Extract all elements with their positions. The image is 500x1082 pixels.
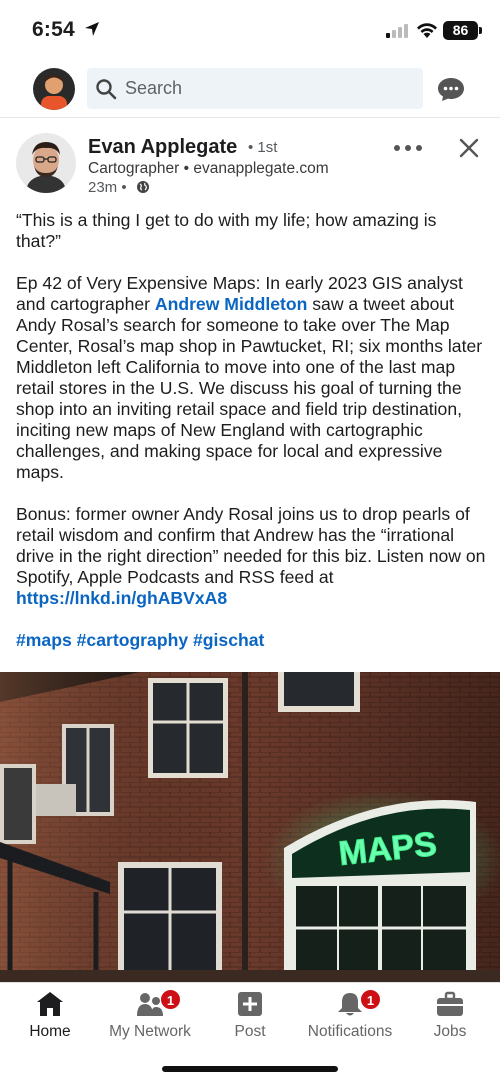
globe-icon (137, 181, 149, 193)
network-badge: 1 (160, 989, 181, 1010)
tab-post[interactable]: Post (200, 987, 300, 1047)
post-text: “This is a thing I get to do with my lif… (16, 210, 486, 672)
tab-jobs[interactable]: Jobs (400, 987, 500, 1047)
author-name[interactable]: Evan Applegate (88, 136, 237, 159)
search-bar[interactable] (87, 68, 423, 109)
tab-post-label: Post (234, 1023, 266, 1040)
search-icon (96, 79, 117, 100)
post-paragraph-episode: Ep 42 of Very Expensive Maps: In early 2… (16, 273, 486, 483)
close-icon[interactable] (459, 138, 479, 158)
post-icon (238, 992, 262, 1016)
cellular-signal-icon (386, 24, 408, 38)
connection-degree: • 1st (248, 139, 278, 156)
messaging-icon[interactable] (437, 76, 465, 102)
location-arrow-icon (85, 22, 99, 36)
bonus-text: Bonus: former owner Andy Rosal joins us … (16, 504, 486, 587)
home-icon (37, 992, 63, 1016)
post-timestamp: 23m • (88, 179, 127, 196)
battery-indicator: 86 (443, 21, 478, 40)
search-input[interactable] (125, 68, 415, 109)
tab-my-network[interactable]: 1 My Network (100, 987, 200, 1047)
post-image[interactable]: MAPS (0, 672, 500, 982)
more-options-icon[interactable] (393, 144, 423, 152)
post-header: Evan Applegate • 1st Cartographer • evan… (0, 118, 500, 200)
notifications-badge: 1 (360, 989, 381, 1010)
episode-link[interactable]: https://lnkd.in/ghABVxA8 (16, 588, 227, 608)
post-quote: “This is a thing I get to do with my lif… (16, 210, 437, 251)
author-avatar[interactable] (16, 133, 76, 193)
briefcase-icon (437, 991, 463, 1016)
hashtags[interactable]: #maps #cartography #gischat (16, 630, 486, 651)
wifi-icon (417, 23, 437, 38)
tab-my-network-label: My Network (109, 1023, 191, 1040)
status-time: 6:54 (32, 18, 75, 41)
mention-link[interactable]: Andrew Middleton (155, 294, 307, 314)
post-paragraph-bonus: Bonus: former owner Andy Rosal joins us … (16, 504, 486, 609)
home-indicator (162, 1066, 338, 1072)
tab-notifications-label: Notifications (307, 1023, 393, 1040)
tab-notifications[interactable]: 1 Notifications (300, 987, 400, 1047)
tab-home-label: Home (29, 1023, 71, 1040)
profile-avatar[interactable] (33, 68, 75, 110)
tab-jobs-label: Jobs (433, 1023, 467, 1040)
episode-text-rest: saw a tweet about Andy Rosal’s search fo… (16, 294, 483, 482)
author-headline: Cartographer • evanapplegate.com (88, 160, 329, 177)
status-bar: 6:54 86 (0, 0, 500, 60)
tab-home[interactable]: Home (0, 987, 100, 1047)
top-navigation (0, 60, 500, 118)
battery-tip (479, 27, 482, 34)
